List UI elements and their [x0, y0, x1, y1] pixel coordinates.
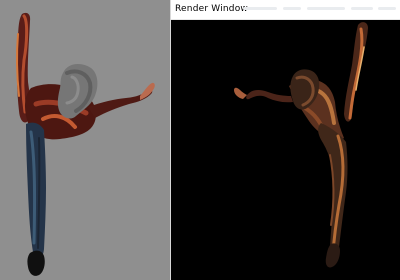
titlebar-blurred-text	[351, 7, 373, 10]
render-canvas[interactable]	[171, 20, 400, 280]
textured-dancer-figure	[15, 12, 155, 276]
left-3d-viewport[interactable]	[0, 0, 170, 280]
render-window-titlebar[interactable]: Render Window	[171, 0, 400, 20]
left-figure-canvas	[15, 12, 155, 276]
titlebar-blurred-text	[307, 7, 345, 10]
titlebar-blurred-text	[243, 7, 277, 10]
render-window[interactable]: Render Window	[171, 0, 400, 280]
render-window-title: Render Window	[175, 4, 248, 14]
titlebar-blurred-text	[283, 7, 301, 10]
render-figure-canvas	[234, 22, 368, 268]
screen: Render Window	[0, 0, 400, 280]
titlebar-blurred-text	[378, 7, 396, 10]
rendered-dancer-figure	[234, 22, 368, 268]
